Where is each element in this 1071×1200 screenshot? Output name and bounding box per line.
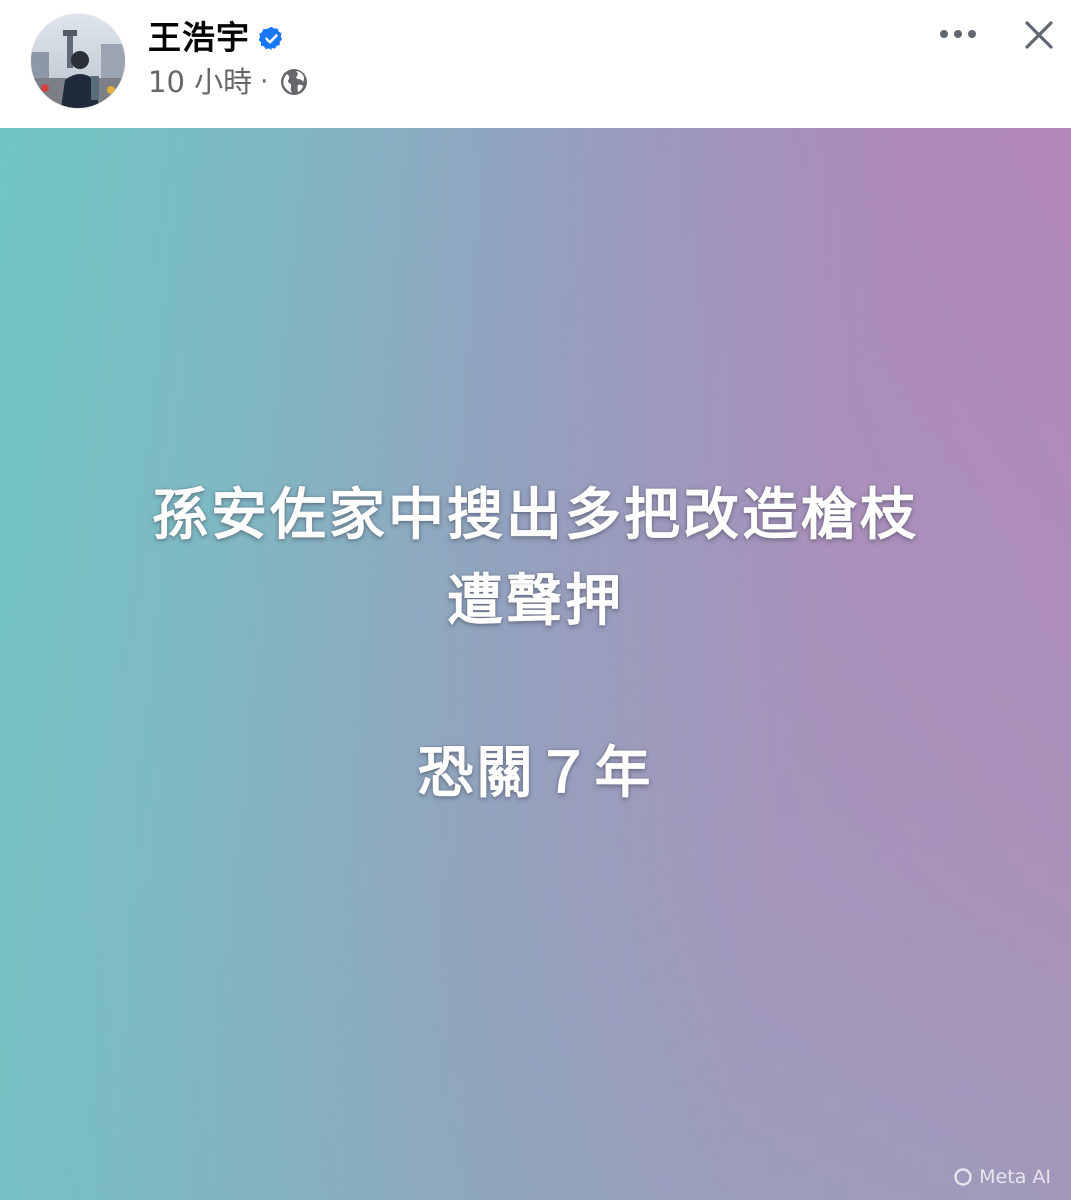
post-text-line-3: 恐關７年 xyxy=(417,741,654,806)
meta-ai-ring-icon xyxy=(953,1167,973,1187)
post-text-line-1: 孫安佐家中搜出多把改造槍枝 xyxy=(152,483,919,548)
more-options-button[interactable] xyxy=(932,14,984,54)
globe-icon[interactable] xyxy=(278,66,310,98)
profile-photo-icon xyxy=(31,14,125,108)
post-timestamp[interactable]: 10 小時 xyxy=(148,60,252,104)
post-background-card[interactable]: 孫安佐家中搜出多把改造槍枝 遭聲押 恐關７年 Meta AI xyxy=(0,128,1071,1200)
meta-ai-badge: Meta AI xyxy=(953,1166,1051,1188)
post-viewer: 王浩宇 10 小時 · 孫安佐家中搜出多把改造槍枝 遭聲押 恐關７年 Meta … xyxy=(0,0,1071,1200)
author-name[interactable]: 王浩宇 xyxy=(148,14,250,62)
author-avatar[interactable] xyxy=(31,14,125,108)
verified-badge-icon xyxy=(258,25,285,52)
close-button[interactable] xyxy=(1014,10,1064,60)
more-horizontal-icon xyxy=(940,30,976,38)
meta-ai-label: Meta AI xyxy=(979,1166,1051,1188)
meta-separator: · xyxy=(260,67,269,97)
close-icon xyxy=(1025,21,1053,49)
post-meta: 10 小時 · xyxy=(148,60,310,104)
post-text-line-2: 遭聲押 xyxy=(447,569,624,634)
post-text: 孫安佐家中搜出多把改造槍枝 遭聲押 恐關７年 xyxy=(0,473,1071,817)
post-text-gap xyxy=(0,645,1071,731)
post-header: 王浩宇 10 小時 · xyxy=(0,0,1071,128)
author-row: 王浩宇 xyxy=(148,14,285,62)
